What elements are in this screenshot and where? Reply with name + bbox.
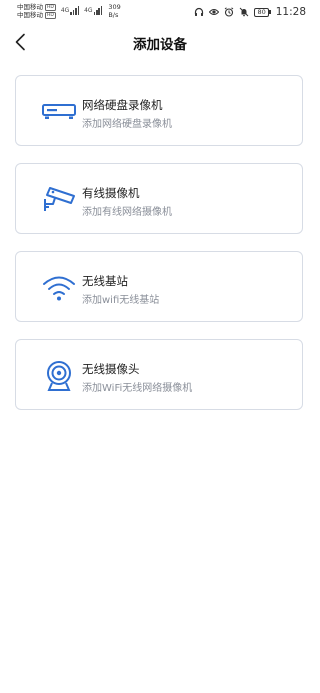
network-type-2: 4G bbox=[84, 6, 93, 14]
network-speed: 309 B/s bbox=[108, 3, 120, 19]
eye-icon bbox=[209, 7, 220, 17]
device-option-wired-camera[interactable]: 有线摄像机 添加有线网络摄像机 bbox=[15, 163, 303, 234]
device-option-title: 无线摄像头 bbox=[82, 362, 140, 376]
hd-badge-2: HD bbox=[45, 11, 56, 19]
device-option-subtitle: 添加WiFi无线网络摄像机 bbox=[82, 383, 193, 394]
device-option-title: 网络硬盘录像机 bbox=[82, 98, 163, 112]
device-option-wireless-base-station[interactable]: 无线基站 添加wifi无线基站 bbox=[15, 251, 303, 322]
hd-badge-1: HD bbox=[45, 3, 56, 11]
battery-icon: 80 bbox=[254, 7, 271, 17]
battery-level: 80 bbox=[254, 7, 269, 17]
device-option-wireless-camera[interactable]: 无线摄像头 添加WiFi无线网络摄像机 bbox=[15, 339, 303, 410]
carrier-name-2: 中国移动 bbox=[17, 11, 43, 19]
nvr-recorder-icon bbox=[41, 94, 77, 130]
carrier-info: 中国移动 HD 中国移动 HD bbox=[17, 3, 56, 19]
device-option-title: 无线基站 bbox=[82, 274, 128, 288]
device-option-nvr[interactable]: 网络硬盘录像机 添加网络硬盘录像机 bbox=[15, 75, 303, 146]
alarm-clock-icon bbox=[224, 7, 234, 17]
carrier-name-1: 中国移动 bbox=[17, 3, 43, 11]
wifi-icon bbox=[41, 270, 77, 306]
device-option-subtitle: 添加wifi无线基站 bbox=[82, 295, 160, 306]
device-option-title: 有线摄像机 bbox=[82, 186, 140, 200]
signal-bars-icon bbox=[93, 6, 103, 15]
signal-1: 4G bbox=[60, 6, 80, 15]
network-type-1: 4G bbox=[60, 6, 70, 14]
network-speed-unit: B/s bbox=[108, 10, 119, 19]
status-bar-left: 中国移动 HD 中国移动 HD 4G 4G 309 B/s bbox=[17, 3, 121, 19]
device-option-subtitle: 添加有线网络摄像机 bbox=[82, 207, 172, 218]
navigation-bar: 添加设备 bbox=[0, 26, 320, 58]
status-bar: 中国移动 HD 中国移动 HD 4G 4G 309 B/s 80 11:28 bbox=[0, 0, 320, 26]
signal-2: 4G bbox=[84, 6, 103, 15]
wired-camera-icon bbox=[41, 182, 77, 218]
bell-mute-icon bbox=[239, 7, 249, 17]
page-title: 添加设备 bbox=[133, 37, 187, 53]
wireless-camera-icon bbox=[41, 358, 77, 394]
signal-bars-icon bbox=[70, 6, 80, 15]
status-time: 11:28 bbox=[275, 6, 306, 18]
headphones-icon bbox=[194, 7, 204, 17]
status-bar-right: 80 11:28 bbox=[194, 6, 306, 18]
device-option-subtitle: 添加网络硬盘录像机 bbox=[82, 119, 172, 130]
